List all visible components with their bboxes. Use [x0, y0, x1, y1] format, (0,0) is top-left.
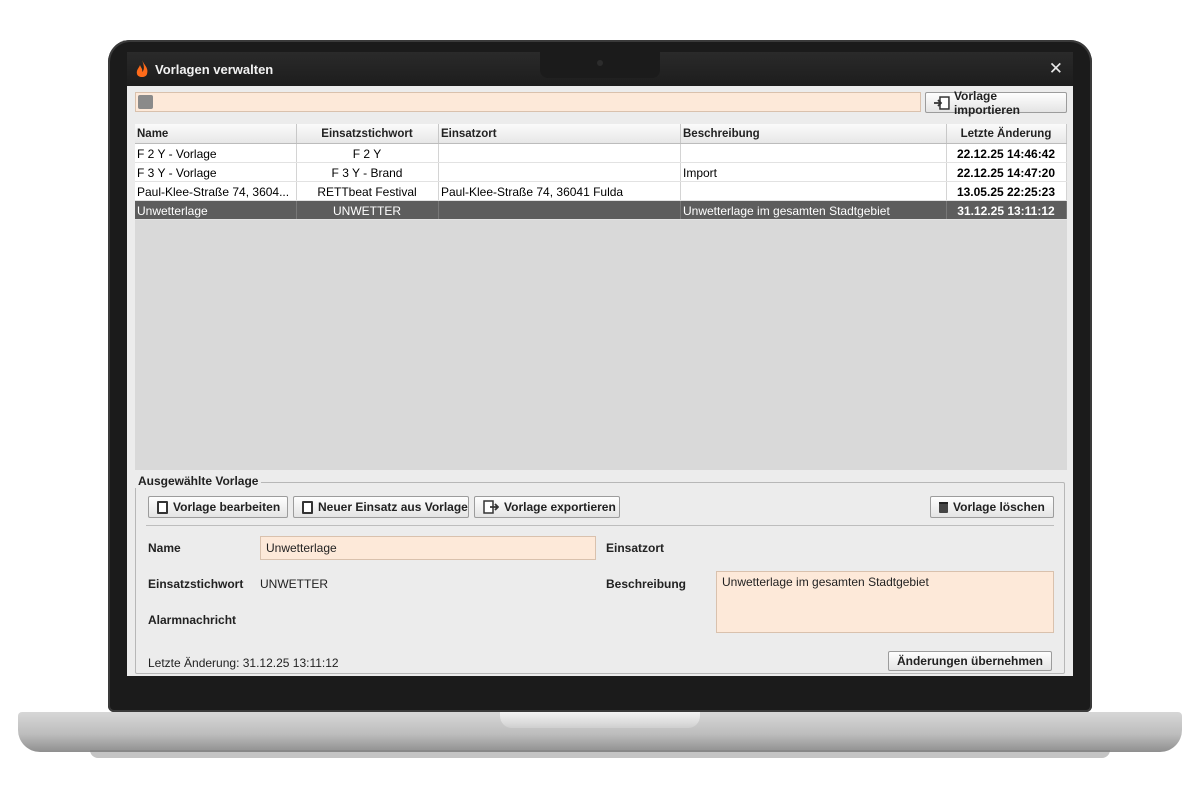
new-incident-label: Neuer Einsatz aus Vorlage: [318, 500, 468, 514]
cell-beschreibung: Unwetterlage im gesamten Stadtgebiet: [681, 201, 947, 219]
cell-geaendert: 31.12.25 13:11:12: [947, 201, 1067, 219]
cell-ort: [439, 163, 681, 181]
edit-template-button[interactable]: Vorlage bearbeiten: [148, 496, 288, 518]
laptop-shadow: [90, 750, 1110, 758]
table-row-selected[interactable]: Unwetterlage UNWETTER Unwetterlage im ge…: [135, 201, 1067, 220]
cell-ort: [439, 201, 681, 219]
search-input[interactable]: [135, 92, 921, 112]
column-header-ort[interactable]: Einsatzort: [439, 124, 681, 143]
name-label: Name: [148, 541, 181, 555]
table-header: Name Einsatzstichwort Einsatzort Beschre…: [135, 124, 1067, 144]
apply-changes-button[interactable]: Änderungen übernehmen: [887, 651, 1052, 671]
selected-template-panel: Vorlage bearbeiten Neuer Einsatz aus Vor…: [135, 482, 1065, 674]
delete-template-label: Vorlage löschen: [953, 500, 1045, 514]
import-template-label: Vorlage importieren: [953, 88, 1020, 117]
stichwort-value: UNWETTER: [260, 577, 328, 591]
document-new-icon: [302, 500, 313, 514]
templates-table: Name Einsatzstichwort Einsatzort Beschre…: [135, 124, 1067, 470]
table-row[interactable]: F 3 Y - Vorlage F 3 Y - Brand Import 22.…: [135, 163, 1067, 182]
table-row[interactable]: F 2 Y - Vorlage F 2 Y 22.12.25 14:46:42: [135, 144, 1067, 163]
cell-name: Unwetterlage: [135, 201, 297, 219]
close-icon[interactable]: ✕: [1049, 59, 1063, 79]
application-window: Vorlagen verwalten ✕ Vorlage importieren…: [127, 52, 1073, 676]
cell-name: F 2 Y - Vorlage: [135, 144, 297, 162]
panel-legend: Ausgewählte Vorlage: [135, 474, 262, 488]
export-template-button[interactable]: Vorlage exportieren: [474, 496, 620, 518]
laptop-opening-notch: [500, 712, 700, 728]
document-edit-icon: [157, 500, 168, 514]
column-header-beschreibung[interactable]: Beschreibung: [681, 124, 947, 143]
cell-beschreibung: [681, 144, 947, 162]
trash-icon: [939, 501, 948, 513]
cell-stichwort: UNWETTER: [297, 201, 439, 219]
search-row: Vorlage importieren: [135, 89, 1067, 117]
last-change-text: Letzte Änderung: 31.12.25 13:11:12: [148, 656, 339, 670]
cell-name: Paul-Klee-Straße 74, 3604...: [135, 182, 297, 200]
export-template-label: Vorlage exportieren: [504, 500, 616, 514]
cell-ort: [439, 144, 681, 162]
edit-template-label: Vorlage bearbeiten: [173, 500, 281, 514]
new-incident-button[interactable]: Neuer Einsatz aus Vorlage: [293, 496, 469, 518]
cell-beschreibung: Import: [681, 163, 947, 181]
column-header-name[interactable]: Name: [135, 124, 297, 143]
column-header-stichwort[interactable]: Einsatzstichwort: [297, 124, 439, 143]
delete-template-button[interactable]: Vorlage löschen: [930, 496, 1054, 518]
flame-icon: [136, 60, 148, 77]
import-template-button[interactable]: Vorlage importieren: [925, 89, 1067, 117]
export-icon: [483, 500, 499, 514]
window-title: Vorlagen verwalten: [155, 62, 274, 77]
separator: [146, 525, 1054, 526]
column-header-geaendert[interactable]: Letzte Änderung: [947, 124, 1067, 143]
beschreibung-label: Beschreibung: [606, 577, 687, 591]
import-icon: [934, 95, 950, 110]
cell-beschreibung: [681, 182, 947, 200]
stichwort-label: Einsatzstichwort: [148, 577, 244, 591]
name-field[interactable]: [260, 536, 596, 560]
cell-stichwort: RETTbeat Festival: [297, 182, 439, 200]
table-row[interactable]: Paul-Klee-Straße 74, 3604... RETTbeat Fe…: [135, 182, 1067, 201]
cell-geaendert: 22.12.25 14:47:20: [947, 163, 1067, 181]
search-icon: [138, 95, 153, 109]
cell-geaendert: 22.12.25 14:46:42: [947, 144, 1067, 162]
cell-name: F 3 Y - Vorlage: [135, 163, 297, 181]
camera-dot: [597, 60, 603, 66]
einsatzort-label: Einsatzort: [606, 541, 665, 555]
beschreibung-field[interactable]: Unwetterlage im gesamten Stadtgebiet: [716, 571, 1054, 633]
cell-stichwort: F 3 Y - Brand: [297, 163, 439, 181]
apply-changes-label: Änderungen übernehmen: [896, 654, 1043, 668]
cell-ort: Paul-Klee-Straße 74, 36041 Fulda: [439, 182, 681, 200]
cell-stichwort: F 2 Y: [297, 144, 439, 162]
alarm-label: Alarmnachricht: [148, 613, 237, 627]
cell-geaendert: 13.05.25 22:25:23: [947, 182, 1067, 200]
